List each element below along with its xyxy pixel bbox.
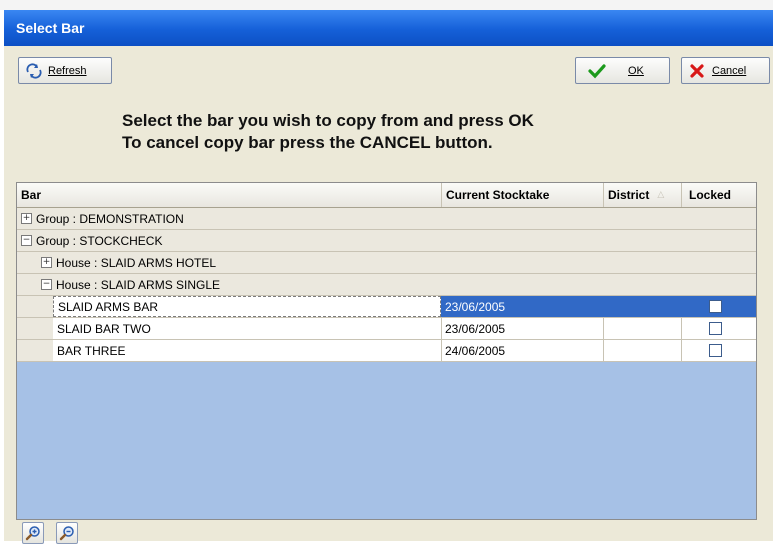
ok-button[interactable]: OK — [575, 57, 670, 84]
column-header-stocktake[interactable]: Current Stocktake — [441, 183, 603, 207]
district-header-label: District — [608, 188, 650, 202]
zoom-out-icon — [59, 526, 74, 541]
zoom-in-icon — [25, 526, 40, 541]
table-row[interactable]: BAR THREE 24/06/2005 — [17, 340, 756, 362]
column-header-locked[interactable]: Locked — [681, 183, 756, 207]
bar-name-cell: SLAID BAR TWO — [57, 321, 151, 336]
group-row-demonstration[interactable]: + Group : DEMONSTRATION — [17, 208, 756, 230]
bar-name-cell: BAR THREE — [57, 343, 126, 358]
house-row-slaid-arms-hotel[interactable]: + House : SLAID ARMS HOTEL — [17, 252, 756, 274]
house-label: House : SLAID ARMS SINGLE — [56, 277, 221, 292]
refresh-button[interactable]: Refresh — [18, 57, 112, 84]
locked-cell — [681, 340, 756, 361]
table-row[interactable]: SLAID ARMS BAR 23/06/2005 — [17, 296, 756, 318]
instruction-line-1: Select the bar you wish to copy from and… — [122, 111, 534, 130]
district-cell — [603, 296, 681, 317]
select-bar-dialog: Select Bar Refresh OK Cancel Select the … — [4, 10, 773, 544]
district-cell — [603, 340, 681, 361]
house-label: House : SLAID ARMS HOTEL — [56, 255, 217, 270]
expand-icon[interactable]: + — [21, 213, 32, 224]
locked-checkbox[interactable] — [709, 300, 722, 313]
window-title: Select Bar — [16, 20, 85, 36]
expand-icon[interactable]: + — [41, 257, 52, 268]
stocktake-cell: 23/06/2005 — [445, 321, 506, 336]
instruction-line-2: To cancel copy bar press the CANCEL butt… — [122, 133, 493, 152]
group-label: Group : DEMONSTRATION — [36, 211, 184, 226]
cancel-label: Cancel — [712, 64, 747, 77]
locked-cell — [681, 296, 756, 317]
x-icon — [690, 63, 704, 78]
bar-grid[interactable]: Bar Current Stocktake District △ Locked … — [16, 182, 757, 520]
district-cell — [603, 318, 681, 339]
refresh-icon — [25, 62, 43, 79]
locked-checkbox[interactable] — [709, 322, 722, 335]
refresh-label: Refresh — [48, 64, 87, 77]
stocktake-cell: 23/06/2005 — [441, 296, 603, 317]
title-bar: Select Bar — [4, 10, 773, 46]
column-header-district[interactable]: District △ — [603, 183, 681, 207]
collapse-icon[interactable]: − — [21, 235, 32, 246]
column-header-bar[interactable]: Bar — [17, 183, 441, 207]
ok-label: OK — [628, 64, 644, 77]
cancel-button[interactable]: Cancel — [681, 57, 770, 84]
top-strip — [0, 0, 773, 10]
locked-checkbox[interactable] — [709, 344, 722, 357]
grid-header: Bar Current Stocktake District △ Locked — [17, 183, 756, 208]
stocktake-cell: 24/06/2005 — [445, 343, 506, 358]
checkmark-icon — [588, 63, 606, 79]
bar-name-cell: SLAID ARMS BAR — [53, 296, 441, 317]
house-row-slaid-arms-single[interactable]: − House : SLAID ARMS SINGLE — [17, 274, 756, 296]
locked-cell — [681, 318, 756, 339]
group-row-stockcheck[interactable]: − Group : STOCKCHECK — [17, 230, 756, 252]
collapse-icon[interactable]: − — [41, 279, 52, 290]
table-row[interactable]: SLAID BAR TWO 23/06/2005 — [17, 318, 756, 340]
group-label: Group : STOCKCHECK — [36, 233, 163, 248]
sort-arrow-icon: △ — [657, 190, 665, 200]
